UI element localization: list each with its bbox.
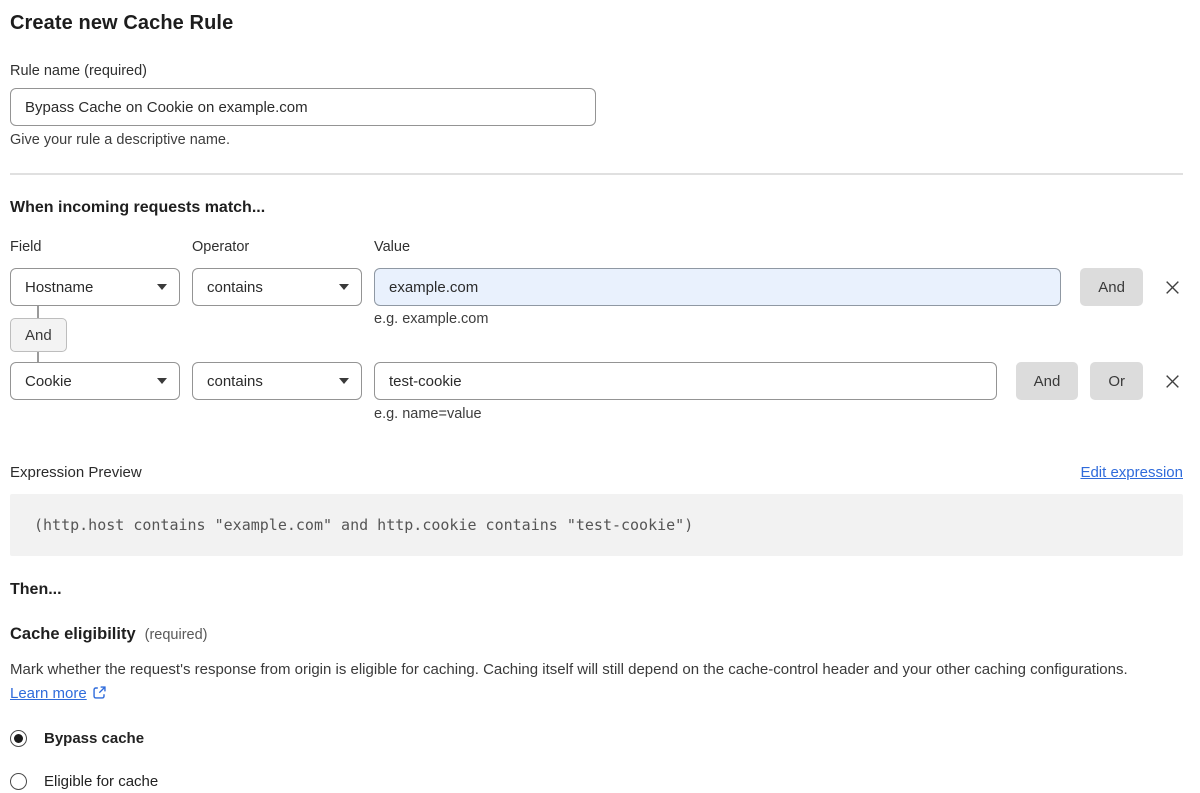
- value-input-row2[interactable]: [374, 362, 997, 400]
- remove-condition-row2[interactable]: [1164, 373, 1181, 390]
- radio-label-eligible-for-cache: Eligible for cache: [44, 773, 159, 790]
- create-cache-rule-form: Create new Cache Rule Rule name (require…: [0, 0, 1200, 790]
- field-select-row1-value: Hostname: [25, 278, 94, 296]
- radio-selected-icon[interactable]: [10, 730, 27, 747]
- chevron-down-icon: [157, 284, 167, 290]
- close-icon: [1166, 280, 1179, 294]
- add-and-condition-button-row1[interactable]: And: [1080, 268, 1143, 306]
- radio-option-bypass-cache[interactable]: Bypass cache: [10, 730, 1183, 747]
- value-input-row1[interactable]: [374, 268, 1062, 306]
- connector-line: [37, 352, 39, 362]
- value-column-label: Value: [374, 239, 411, 255]
- cache-eligibility-heading: Cache eligibility: [10, 625, 136, 643]
- radio-unselected-icon[interactable]: [10, 773, 27, 790]
- add-and-condition-button-row2[interactable]: And: [1015, 362, 1079, 400]
- radio-label-bypass-cache: Bypass cache: [44, 730, 145, 747]
- then-section-heading: Then...: [10, 581, 62, 598]
- section-divider: [10, 173, 1183, 175]
- rule-name-input[interactable]: [10, 88, 596, 126]
- chevron-down-icon: [339, 284, 349, 290]
- condition-connector: And e.g. example.com: [10, 306, 1183, 362]
- expression-preview-header: Expression Preview Edit expression: [10, 464, 1183, 481]
- page-title: Create new Cache Rule: [10, 12, 234, 34]
- add-or-condition-button-row2[interactable]: Or: [1090, 362, 1143, 400]
- value-helper-row2: e.g. name=value: [374, 406, 482, 422]
- expression-preview-label: Expression Preview: [10, 464, 142, 481]
- match-section-heading: When incoming requests match...: [10, 199, 266, 216]
- connector-and-button[interactable]: And: [10, 318, 67, 352]
- operator-select-row2-value: contains: [207, 372, 263, 390]
- condition-column-labels: Field Operator Value: [10, 239, 1183, 255]
- value-helper-row1: e.g. example.com: [374, 311, 489, 327]
- cache-eligibility-description-text: Mark whether the request's response from…: [10, 661, 1128, 678]
- rule-name-helper: Give your rule a descriptive name.: [10, 132, 231, 148]
- cache-eligibility-heading-row: Cache eligibility (required): [10, 625, 1183, 644]
- operator-select-row1-value: contains: [207, 278, 263, 296]
- cache-eligibility-description: Mark whether the request's response from…: [10, 658, 1170, 706]
- connector-line: [37, 306, 39, 318]
- rule-name-label: Rule name (required): [10, 63, 148, 79]
- chevron-down-icon: [339, 378, 349, 384]
- remove-condition-row1[interactable]: [1164, 279, 1181, 296]
- field-select-row2-value: Cookie: [25, 372, 72, 390]
- condition-row-2: Cookie contains And Or: [10, 362, 1183, 400]
- condition-row-1: Hostname contains And: [10, 268, 1183, 306]
- external-link-icon: [93, 686, 106, 699]
- learn-more-link[interactable]: Learn more: [10, 685, 87, 702]
- chevron-down-icon: [157, 378, 167, 384]
- radio-option-eligible-for-cache[interactable]: Eligible for cache: [10, 773, 1183, 790]
- required-note: (required): [144, 627, 208, 643]
- expression-code: (http.host contains "example.com" and ht…: [34, 516, 694, 534]
- edit-expression-link[interactable]: Edit expression: [1080, 464, 1183, 481]
- expression-preview-box: (http.host contains "example.com" and ht…: [10, 494, 1183, 556]
- operator-select-row1[interactable]: contains: [192, 268, 362, 306]
- field-column-label: Field: [10, 239, 42, 255]
- close-icon: [1166, 374, 1179, 388]
- field-select-row2[interactable]: Cookie: [10, 362, 180, 400]
- operator-select-row2[interactable]: contains: [192, 362, 362, 400]
- operator-column-label: Operator: [192, 239, 250, 255]
- field-select-row1[interactable]: Hostname: [10, 268, 180, 306]
